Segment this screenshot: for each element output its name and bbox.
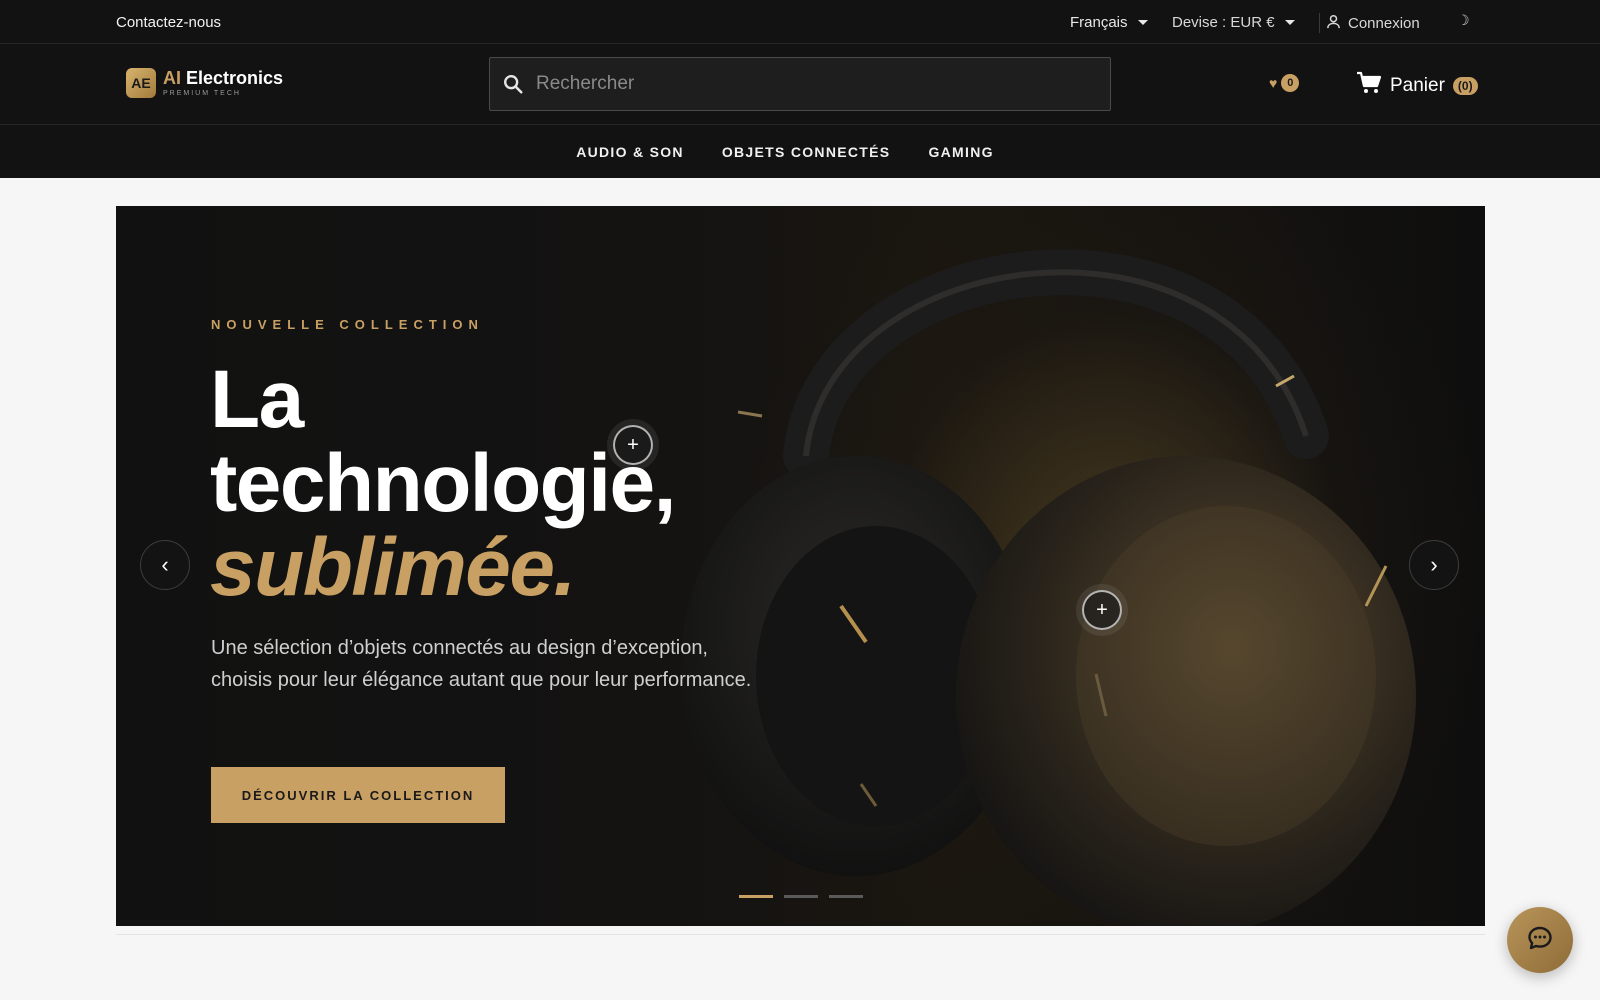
wishlist-count: 0	[1281, 74, 1300, 92]
main-nav: AUDIO & SON OBJETS CONNECTÉS GAMING	[0, 125, 1600, 178]
top-bar: Contactez-nous Français Devise : EUR € C…	[0, 0, 1600, 44]
hero-eyebrow: NOUVELLE COLLECTION	[211, 317, 484, 332]
slide-dot-3[interactable]	[829, 895, 863, 898]
next-slide-button[interactable]: ›	[1409, 540, 1459, 590]
cart-count: (0)	[1452, 76, 1478, 95]
slider-pagination	[739, 895, 863, 898]
headline-line-2: technologie,	[210, 438, 676, 529]
user-icon	[1326, 14, 1341, 33]
moon-icon[interactable]: ☽	[1457, 12, 1470, 29]
cart-button[interactable]: Panier (0)	[1356, 71, 1478, 100]
caret-down-icon	[1284, 20, 1295, 25]
chevron-left-icon: ‹	[161, 552, 169, 577]
nav-item-audio[interactable]: AUDIO & SON	[576, 144, 684, 160]
headline-line-1: La	[210, 354, 304, 445]
language-selector[interactable]: Français	[1070, 14, 1148, 31]
wishlist-button[interactable]: ♥ 0	[1269, 74, 1300, 92]
cart-icon	[1356, 71, 1382, 100]
discover-collection-button[interactable]: DÉCOUVRIR LA COLLECTION	[211, 767, 505, 823]
language-label: Français	[1070, 14, 1128, 31]
search-bar	[489, 57, 1111, 111]
search-input[interactable]	[536, 73, 1096, 95]
logo-badge: AE	[126, 68, 156, 98]
login-link[interactable]: Connexion	[1326, 14, 1420, 33]
headphones-image	[681, 249, 1416, 926]
header: AE AI Electronics PREMIUM TECH ♥ 0 Panie…	[0, 44, 1600, 125]
nav-item-gaming[interactable]: GAMING	[928, 144, 993, 160]
hotspot-plus-icon[interactable]: +	[613, 425, 653, 465]
caret-down-icon	[1137, 20, 1148, 25]
slide-dot-2[interactable]	[784, 895, 818, 898]
chevron-right-icon: ›	[1430, 552, 1438, 577]
hero-slider: NOUVELLE COLLECTION La technologie, subl…	[116, 206, 1485, 926]
nav-item-connected-objects[interactable]: OBJETS CONNECTÉS	[722, 144, 891, 160]
login-label: Connexion	[1348, 15, 1420, 32]
logo-name: AI Electronics	[163, 68, 284, 88]
divider	[1319, 13, 1320, 33]
currency-selector[interactable]: Devise : EUR €	[1172, 14, 1295, 31]
currency-label: Devise : EUR €	[1172, 14, 1275, 31]
hero-headline: La technologie, sublimée.	[210, 358, 676, 613]
hotspot-plus-icon[interactable]: +	[1082, 590, 1122, 630]
search-icon[interactable]	[490, 57, 536, 111]
contact-link[interactable]: Contactez-nous	[116, 14, 221, 31]
heart-icon: ♥	[1269, 75, 1278, 91]
prev-slide-button[interactable]: ‹	[140, 540, 190, 590]
cart-label: Panier	[1390, 74, 1445, 96]
divider	[116, 934, 1485, 935]
logo-tagline: PREMIUM TECH	[163, 90, 241, 97]
logo[interactable]: AE AI Electronics PREMIUM TECH	[126, 68, 283, 98]
chat-button[interactable]	[1507, 907, 1573, 973]
chat-bubble-icon	[1526, 924, 1554, 957]
slide-dot-1[interactable]	[739, 895, 773, 898]
hero-description: Une sélection d’objets connectés au desi…	[211, 637, 752, 691]
headline-accent: sublimée.	[210, 522, 576, 613]
